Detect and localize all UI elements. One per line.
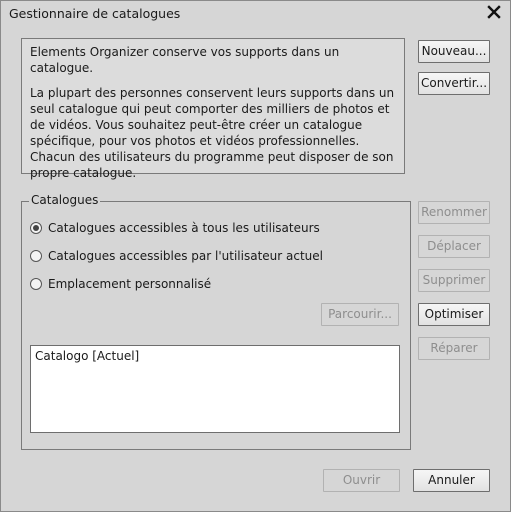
convert-catalog-button[interactable]: Convertir... [418,72,490,95]
move-button[interactable]: Déplacer [418,235,490,258]
catalogs-group-label: Catalogues [29,193,101,207]
radio-custom-location-label: Emplacement personnalisé [48,277,212,291]
radio-custom-location-indicator[interactable] [30,278,42,290]
repair-button[interactable]: Réparer [418,337,490,360]
info-line-1: Elements Organizer conserve vos supports… [30,45,340,75]
close-icon[interactable] [486,4,502,20]
radio-current-user[interactable]: Catalogues accessibles par l'utilisateur… [30,248,323,264]
browse-button[interactable]: Parcourir... [321,303,399,326]
delete-button[interactable]: Supprimer [418,269,490,292]
info-panel: Elements Organizer conserve vos supports… [21,38,405,180]
radio-custom-location[interactable]: Emplacement personnalisé [30,276,211,292]
catalog-list[interactable]: Catalogo [Actuel] [30,345,400,433]
open-button[interactable]: Ouvrir [323,469,400,492]
catalog-manager-dialog: Gestionnaire de catalogues Elements Orga… [0,0,511,512]
title-bar: Gestionnaire de catalogues [1,1,510,25]
info-paragraph-2: La plupart des personnes conservent leur… [30,86,395,180]
radio-current-user-indicator[interactable] [30,250,42,262]
list-item[interactable]: Catalogo [Actuel] [35,348,395,364]
cancel-button[interactable]: Annuler [413,469,490,492]
radio-current-user-label: Catalogues accessibles par l'utilisateur… [48,249,323,263]
window-title: Gestionnaire de catalogues [9,6,181,21]
radio-all-users[interactable]: Catalogues accessibles à tous les utilis… [30,220,320,236]
new-catalog-button[interactable]: Nouveau... [418,40,490,63]
radio-all-users-label: Catalogues accessibles à tous les utilis… [48,221,320,235]
rename-button[interactable]: Renommer [418,201,490,224]
radio-all-users-indicator[interactable] [30,222,42,234]
optimize-button[interactable]: Optimiser [418,303,490,326]
